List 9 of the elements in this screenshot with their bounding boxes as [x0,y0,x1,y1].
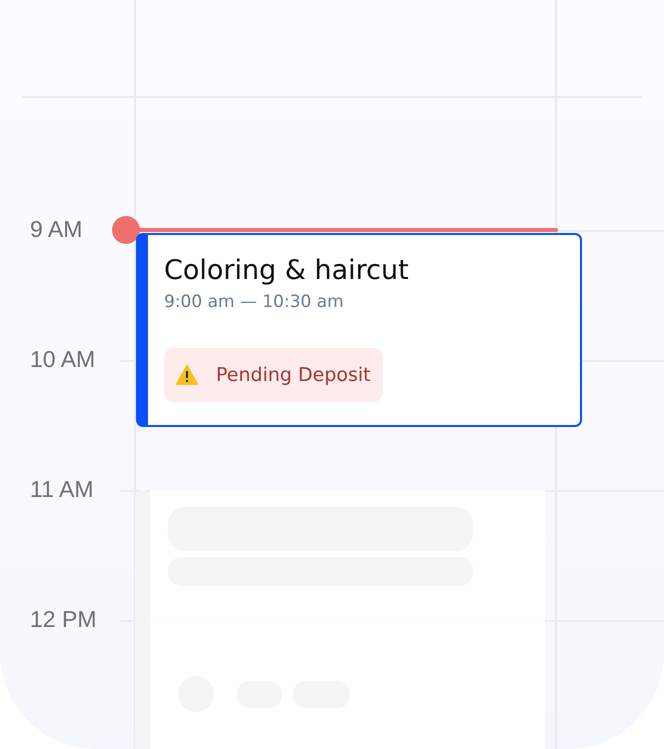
hour-label: 9 AM [30,216,82,243]
warning-icon [176,365,198,385]
hour-label: 10 AM [30,346,96,373]
appointment-card[interactable]: Coloring & haircut 9:00 am — 10:30 am Pending Deposit [136,233,582,427]
status-label: Pending Deposit [216,364,371,386]
appointment-time: 9:00 am — 10:30 am [164,292,345,312]
hour-label: 11 AM [30,476,94,503]
hour-label: 12 PM [30,606,96,633]
appointment-title: Coloring & haircut [164,255,410,286]
